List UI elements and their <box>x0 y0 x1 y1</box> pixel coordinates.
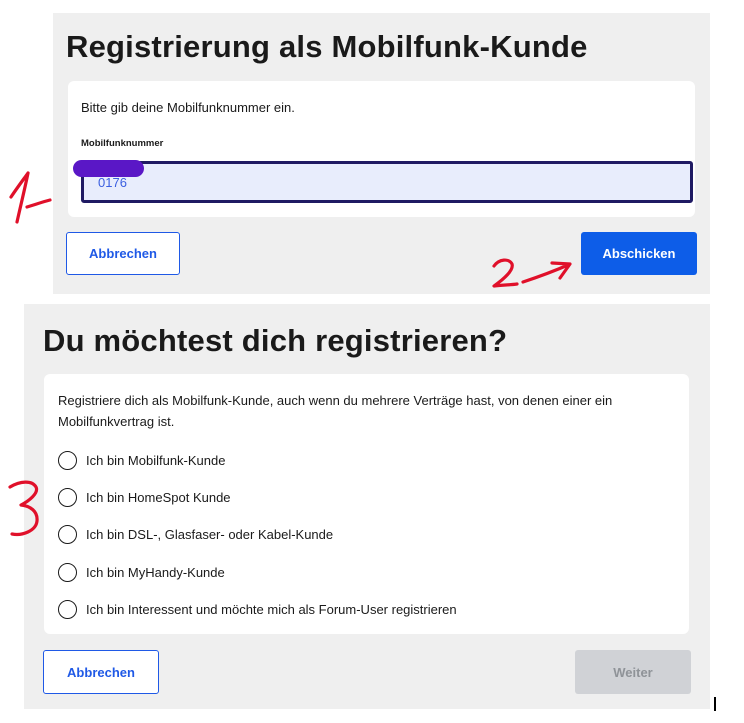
phone-card: Bitte gib deine Mobilfunknummer ein. Mob… <box>68 81 695 217</box>
radio-option-label: Ich bin MyHandy-Kunde <box>86 564 225 580</box>
radio-button-icon[interactable] <box>58 562 77 582</box>
next-button: Weiter <box>575 650 691 694</box>
customer-type-title: Du möchtest dich registrieren? <box>43 323 508 358</box>
radio-option-homespot[interactable]: Ich bin HomeSpot Kunde <box>58 485 231 509</box>
cancel-button[interactable]: Abbrechen <box>43 650 159 694</box>
customer-type-intro-text: Registriere dich als Mobilfunk-Kunde, au… <box>58 393 613 429</box>
phone-number-input[interactable] <box>81 161 693 203</box>
radio-option-dsl[interactable]: Ich bin DSL-, Glasfaser- oder Kabel-Kund… <box>58 522 333 546</box>
text-cursor <box>714 697 716 711</box>
radio-option-myhandy[interactable]: Ich bin MyHandy-Kunde <box>58 560 225 584</box>
radio-button-icon[interactable] <box>58 487 77 507</box>
radio-option-mobilfunk[interactable]: Ich bin Mobilfunk-Kunde <box>58 448 225 472</box>
radio-option-label: Ich bin Mobilfunk-Kunde <box>86 452 226 468</box>
submit-button[interactable]: Abschicken <box>581 232 697 275</box>
radio-option-interessent[interactable]: Ich bin Interessent und möchte mich als … <box>58 597 457 621</box>
radio-button-icon[interactable] <box>58 450 77 470</box>
customer-type-card: Registriere dich als Mobilfunk-Kunde, au… <box>44 374 689 634</box>
radio-option-label: Ich bin Interessent und möchte mich als … <box>86 601 457 617</box>
phone-intro-text: Bitte gib deine Mobilfunknummer ein. <box>81 100 295 115</box>
radio-option-label: Ich bin HomeSpot Kunde <box>86 489 231 505</box>
customer-type-panel: Du möchtest dich registrieren? Registrie… <box>24 304 710 709</box>
registration-title: Registrierung als Mobilfunk-Kunde <box>66 29 588 64</box>
redaction-mark <box>73 160 144 177</box>
registration-panel: Registrierung als Mobilfunk-Kunde Bitte … <box>53 13 710 294</box>
cancel-button[interactable]: Abbrechen <box>66 232 180 275</box>
radio-button-icon[interactable] <box>58 524 77 544</box>
annotation-number-1 <box>9 171 52 224</box>
phone-field-label: Mobilfunknummer <box>81 138 164 149</box>
radio-option-label: Ich bin DSL-, Glasfaser- oder Kabel-Kund… <box>86 526 334 542</box>
radio-button-icon[interactable] <box>58 599 77 619</box>
